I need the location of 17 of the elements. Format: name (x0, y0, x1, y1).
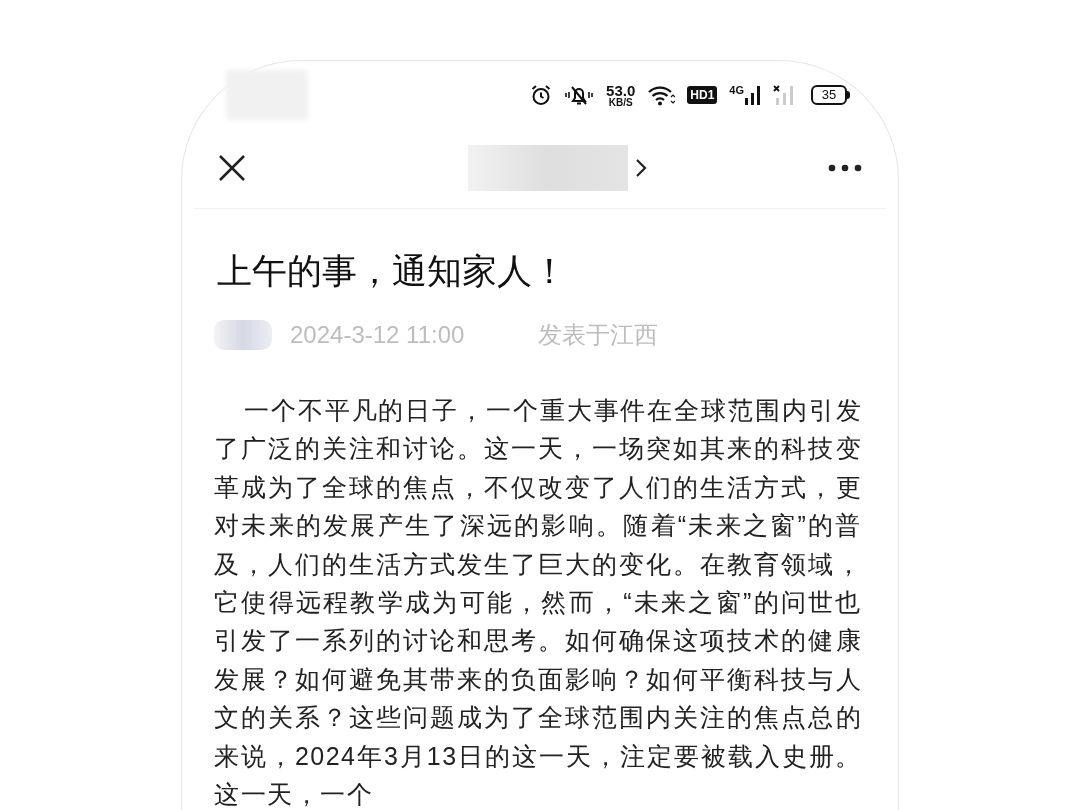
more-icon[interactable] (828, 163, 862, 172)
publish-location: 发表于江西 (538, 320, 659, 350)
publish-date: 2024-3-12 11:00 (290, 320, 465, 350)
article-paragraph: 一个不平凡的日子，一个重大事件在全球范围内引发了广泛的关注和讨论。这一天，一场突如其来的科技变革成为了全球的焦点，不仅改变了人们的生活方式，更对未来的发展产生了深远的影响。随着“未来之窗”的普及，人们的生活方式发生了巨大的变化。在教育领域，它使得远程教学成为可能，然而，“未来之窗”的问世也引发了一系列的讨论和思考。如何确保这项技术的健康发展？如何避免其带来的负面影响？如何平衡科技与人文的关系？这些问题成为了全球范围内关注的焦点总的来说，2024年3月13日的这一天，注定要被载入史册。这一天，一个 (214, 395, 862, 810)
chevron-right-icon[interactable] (634, 157, 648, 178)
speed-unit: KB/S (608, 97, 633, 108)
battery-indicator: 35 (811, 85, 847, 105)
alarm-icon (530, 84, 553, 106)
muted-bell-icon (564, 84, 595, 106)
article-title: 上午的事，通知家人！ (216, 250, 568, 292)
blurred-placeholder (214, 320, 272, 350)
network-speed: 53.0 (606, 82, 636, 98)
network-type: 4G (729, 85, 744, 96)
signal-icon (745, 85, 761, 105)
wifi-icon (647, 84, 676, 106)
hd-badge: HD1 (687, 86, 718, 104)
close-icon[interactable] (218, 153, 246, 182)
